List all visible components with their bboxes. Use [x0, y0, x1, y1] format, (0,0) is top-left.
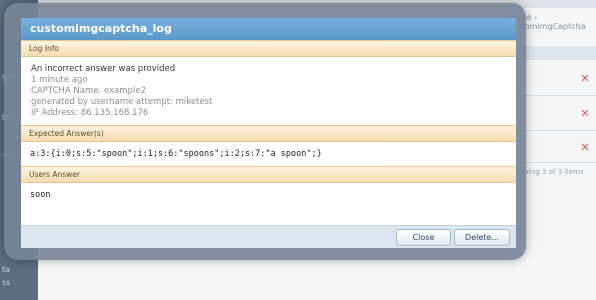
captcha-name: CAPTCHA Name: example2	[31, 86, 147, 96]
dialog-footer: Close Delete...	[21, 225, 516, 248]
users-answer-value: soon	[30, 190, 51, 200]
sidebar-item[interactable]: ta	[2, 265, 10, 274]
delete-row-icon[interactable]: ✕	[580, 108, 590, 119]
dialog-title: customimgcaptcha_log	[21, 18, 516, 40]
close-button[interactable]: Close	[396, 229, 451, 246]
log-info-body: An incorrect answer was provided 1 minut…	[21, 57, 516, 125]
expected-answers-value: a:3:{i:0;s:5:"spoon";i:1;s:6:"spoons";i:…	[30, 149, 322, 159]
expected-answers-header: Expected Answer(s)	[21, 125, 516, 142]
sidebar-item[interactable]: ss	[2, 278, 10, 287]
username-attempt: generated by username attempt: miketest	[31, 97, 213, 107]
delete-row-icon[interactable]: ✕	[580, 73, 590, 84]
delete-row-icon[interactable]: ✕	[580, 142, 590, 153]
ip-address: IP Address: 86.135.168.176	[31, 108, 149, 118]
delete-button[interactable]: Delete...	[454, 229, 510, 246]
log-time: 1 minute ago	[31, 75, 88, 85]
log-info-header: Log Info	[21, 40, 516, 57]
users-answer-header: Users Answer	[21, 166, 516, 183]
overlay-frame: customimgcaptcha_log Log Info An incorre…	[4, 3, 526, 260]
log-message: An incorrect answer was provided	[31, 64, 176, 74]
log-dialog: customimgcaptcha_log Log Info An incorre…	[21, 18, 516, 248]
